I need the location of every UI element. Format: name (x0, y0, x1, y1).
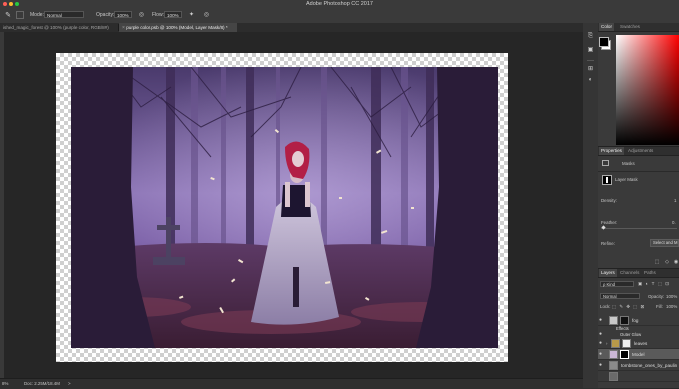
layer-row-tombstone[interactable]: ● tombstone_ones_by_paulin (598, 360, 679, 371)
status-menu-arrow[interactable]: > (68, 381, 71, 386)
document-size: Doc: 2.25M/18.4M (24, 381, 60, 386)
tab-properties[interactable]: Properties (599, 147, 624, 155)
layer-thumbnail (609, 372, 618, 381)
layer-mask-label: Layer Mask (615, 177, 638, 182)
effect-name: Outer Glow (620, 332, 642, 337)
airbrush-icon[interactable]: ✦ (188, 11, 195, 18)
layer-row-fog[interactable]: ● fog (598, 315, 679, 326)
brush-tool-icon[interactable]: ✎ (4, 11, 12, 19)
swatches-icon[interactable]: ▣ (586, 45, 595, 53)
tab-swatches[interactable]: Swatches (618, 23, 642, 31)
layers-list: ● fog Effects ● Outer Glow ● › leaves ● … (598, 314, 679, 388)
visibility-eye-icon[interactable]: ● (599, 352, 604, 357)
tab-magic-forest[interactable]: ished_magic_forest @ 100% (purple color,… (0, 23, 118, 32)
density-value[interactable]: 1 (674, 198, 676, 203)
filter-icons[interactable]: ▣ ◐ T ⬚ ⊡ (638, 281, 670, 287)
fill-label: Fill: (656, 304, 663, 309)
visibility-eye-icon[interactable]: ● (599, 341, 604, 346)
pressure-opacity-icon[interactable]: ◎ (138, 11, 145, 18)
title-bar: Adobe Photoshop CC 2017 (0, 0, 679, 8)
tab-adjustments[interactable]: Adjustments (626, 147, 655, 155)
mask-icon (602, 160, 609, 166)
layer-row-partial[interactable] (598, 371, 679, 382)
apply-mask-icon[interactable]: ◇ (664, 259, 670, 265)
layers-panel-header: Layers Channels Paths (598, 269, 679, 278)
mode-label: Mode: (30, 12, 44, 18)
visibility-eye-icon[interactable]: ● (599, 363, 604, 368)
mask-thumbnail[interactable] (620, 316, 629, 325)
group-arrow-icon[interactable]: › (606, 341, 607, 346)
layer-row-model[interactable]: ● Model (598, 349, 679, 360)
load-selection-icon[interactable]: ⬚ (654, 259, 660, 265)
layer-thumbnail (609, 350, 618, 359)
layer-name[interactable]: leaves (634, 341, 647, 346)
blend-mode-select[interactable]: Normal (600, 293, 640, 299)
forest-scene (71, 67, 498, 348)
tab-label: purple color.psb @ 100% (Model, Layer Ma… (126, 25, 228, 30)
layer-mask-thumbnail[interactable] (602, 175, 612, 185)
folder-icon (611, 339, 620, 348)
density-label: Density: (601, 198, 617, 203)
strip-divider (587, 60, 594, 61)
layer-kind-filter[interactable]: ρ Kind (600, 281, 634, 287)
masks-title: Masks (622, 161, 635, 166)
options-bar: ✎ Mode: Normal Opacity: 100% ◎ Flow: 100… (0, 8, 679, 24)
opacity-label: Opacity: (96, 12, 115, 18)
brush-preset-picker[interactable] (16, 11, 24, 19)
visibility-eye-icon[interactable]: ● (599, 332, 604, 337)
layer-opacity-value[interactable]: 100% (666, 294, 677, 299)
opacity-field[interactable]: 100% (114, 11, 132, 18)
right-panels: Color Swatches Properties Adjustments Ma… (598, 23, 679, 388)
history-icon[interactable]: ⎘ (586, 32, 595, 40)
tab-label: ished_magic_forest @ 100% (purple color,… (3, 25, 109, 30)
panel-icon-strip: ⎘ ▣ ⊞ ◐ (583, 23, 599, 388)
feather-value[interactable]: 0. (672, 220, 676, 225)
fill-value[interactable]: 100% (666, 304, 677, 309)
lock-icons[interactable]: ⬚ ✎ ✥ ⬚ ⊠ (612, 304, 645, 310)
foreground-color-swatch[interactable] (599, 37, 609, 47)
zoom-level[interactable]: 8% (2, 381, 8, 386)
layer-thumbnail (609, 361, 618, 370)
effects-label: Effects (616, 326, 629, 331)
visibility-eye-icon[interactable]: ● (599, 318, 604, 323)
adjustments-icon[interactable]: ◐ (586, 76, 595, 84)
feather-slider[interactable] (601, 228, 677, 229)
pressure-size-icon[interactable]: ◎ (203, 11, 210, 18)
layer-row-leaves[interactable]: ● › leaves (598, 338, 679, 349)
tab-purple-color[interactable]: × purple color.psb @ 100% (Model, Layer … (119, 23, 237, 32)
tab-channels[interactable]: Channels (618, 269, 641, 277)
color-picker-field[interactable] (616, 35, 679, 145)
props-divider (598, 171, 679, 172)
color-panel-header: Color Swatches (598, 23, 679, 32)
feather-label: Feather: (601, 220, 618, 225)
refine-label: Refine: (601, 241, 615, 246)
layer-name[interactable]: fog (632, 318, 638, 323)
mask-thumbnail[interactable] (622, 339, 631, 348)
flow-label: Flow: (152, 12, 164, 18)
layer-name[interactable]: Model (632, 352, 645, 357)
layer-opacity-label: Opacity: (648, 294, 665, 299)
mask-thumbnail[interactable] (620, 350, 629, 359)
flow-field[interactable]: 100% (164, 11, 182, 18)
layer-thumbnail (609, 316, 618, 325)
tab-color[interactable]: Color (599, 23, 614, 31)
mode-select[interactable]: Normal (44, 11, 84, 18)
properties-icon[interactable]: ⊞ (586, 64, 595, 72)
artwork-image[interactable] (71, 67, 498, 348)
tab-layers[interactable]: Layers (599, 269, 617, 277)
layer-name[interactable]: tombstone_ones_by_paulin (621, 363, 677, 368)
visibility-icon[interactable]: ◉ (673, 259, 679, 265)
app-title: Adobe Photoshop CC 2017 (306, 1, 373, 7)
select-and-mask-button[interactable]: Select and M (650, 239, 679, 247)
tab-paths[interactable]: Paths (642, 269, 658, 277)
properties-panel-header: Properties Adjustments (598, 147, 679, 156)
lock-label: Lock: (600, 304, 611, 309)
close-tab-icon[interactable]: × (122, 25, 125, 31)
status-bar: 8% Doc: 2.25M/18.4M > (0, 378, 600, 389)
